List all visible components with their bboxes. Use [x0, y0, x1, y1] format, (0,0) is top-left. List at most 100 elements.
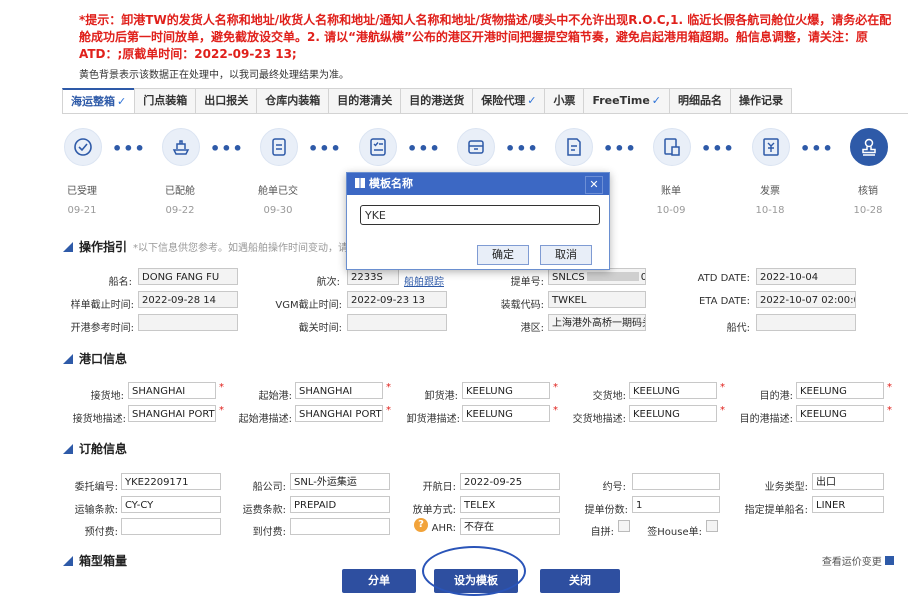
dest-port-field[interactable]: KEELUNG [796, 382, 884, 399]
loading-code-label: 装载代码: [500, 300, 544, 311]
step-3[interactable] [359, 128, 397, 166]
step-label: 发票 [760, 186, 780, 197]
cancel-button[interactable]: 取消 [540, 245, 592, 265]
customs-cut-field[interactable] [347, 314, 447, 331]
box-icon [468, 140, 484, 154]
bl-no-field[interactable]: SNLCS 0 [548, 268, 646, 285]
step-date: 10-18 [755, 205, 785, 216]
step-date: 09-21 [67, 205, 97, 216]
origin-port-field[interactable]: SHANGHAI [295, 382, 383, 399]
required-mark: * [720, 405, 725, 416]
container-title: 箱型箱量 [63, 552, 127, 569]
required-mark: * [219, 405, 224, 416]
rate-history-link[interactable]: 查看运价变更 [822, 553, 894, 568]
freight-terms-field[interactable]: PREPAID [290, 496, 390, 513]
transport-terms-label: 运输条款: [74, 505, 118, 516]
collect-field[interactable] [290, 518, 390, 535]
carrier-field[interactable]: SNL-外运集运 [290, 473, 390, 490]
sample-cut-field[interactable]: 2022-09-28 14 [138, 291, 238, 308]
voyage-field[interactable]: 2233S [347, 268, 399, 285]
step-2[interactable] [260, 128, 298, 166]
delivery-place-field[interactable]: KEELUNG [629, 382, 717, 399]
consign-no-field[interactable]: YKE2209171 [121, 473, 221, 490]
required-mark: * [219, 382, 224, 393]
step-label: 账单 [661, 186, 681, 197]
required-mark: * [887, 405, 892, 416]
step-connector: ••• [505, 139, 539, 158]
close-button[interactable]: 关闭 [540, 569, 620, 593]
transport-terms-field[interactable]: CY-CY [121, 496, 221, 513]
bl-ship-name-label: 指定提单船名: [744, 505, 808, 516]
section-marker-icon [63, 444, 73, 454]
dest-desc-field[interactable]: KEELUNG [796, 405, 884, 422]
step-connector: ••• [701, 139, 735, 158]
prepaid-field[interactable] [121, 518, 221, 535]
step-1[interactable] [162, 128, 200, 166]
prepaid-label: 预付费: [84, 527, 118, 538]
self-consolidate-checkbox[interactable] [618, 520, 630, 532]
confirm-button[interactable]: 确定 [477, 245, 529, 265]
open-port-field[interactable] [138, 314, 238, 331]
ahr-field[interactable]: 不存在 [460, 518, 560, 535]
voyage-label: 航次: [316, 277, 340, 288]
release-method-field[interactable]: TELEX [460, 496, 560, 513]
template-name-input[interactable]: YKE [360, 205, 600, 225]
vgm-cut-field[interactable]: 2022-09-23 13 [347, 291, 447, 308]
ship-agent-field[interactable] [756, 314, 856, 331]
help-icon[interactable]: ? [414, 518, 428, 532]
step-connector: ••• [210, 139, 244, 158]
bl-ship-name-field[interactable]: LINER [812, 496, 884, 513]
delivery-desc-field[interactable]: KEELUNG [629, 405, 717, 422]
dest-desc-label: 目的港描述: [739, 414, 793, 425]
dialog-close-icon[interactable]: ✕ [585, 176, 603, 194]
ship-tracking-link[interactable]: 船舶跟踪 [404, 273, 444, 288]
step-0[interactable] [64, 128, 102, 166]
operation-title-text: 操作指引 [79, 240, 128, 254]
port-info-title: 港口信息 [63, 350, 127, 367]
house-bl-checkbox[interactable] [706, 520, 718, 532]
step-8[interactable] [850, 128, 888, 166]
discharge-port-field[interactable]: KEELUNG [462, 382, 550, 399]
appoint-no-field[interactable] [632, 473, 720, 490]
delivery-place-label: 交货地: [592, 391, 626, 402]
loading-code-field[interactable]: TWKEL [548, 291, 646, 308]
bl-copies-label: 提单份数: [584, 505, 628, 516]
step-connector: ••• [800, 139, 834, 158]
step-4[interactable] [457, 128, 495, 166]
bl-copies-field[interactable]: 1 [632, 496, 720, 513]
eta-date-field[interactable]: 2022-10-07 02:00:00 [756, 291, 856, 308]
dest-port-label: 目的港: [759, 391, 793, 402]
biz-type-field[interactable]: 出口 [812, 473, 884, 490]
atd-date-field[interactable]: 2022-10-04 [756, 268, 856, 285]
vgm-cut-label: VGM截止时间: [275, 300, 342, 311]
step-date: 09-30 [263, 205, 293, 216]
bill-icon [664, 138, 680, 156]
step-connector: ••• [603, 139, 637, 158]
origin-desc-field[interactable]: SHANGHAI PORT, [295, 405, 383, 422]
invoice-icon [763, 138, 779, 156]
split-order-button[interactable]: 分单 [342, 569, 416, 593]
discharge-desc-label: 卸货港描述: [406, 414, 460, 425]
section-marker-icon [63, 242, 73, 252]
document-icon [272, 138, 286, 156]
step-5[interactable] [555, 128, 593, 166]
ship-name-field[interactable]: DONG FANG FU [138, 268, 238, 285]
receipt-desc-field[interactable]: SHANGHAI PORT, [128, 405, 216, 422]
operation-note: *以下信息供您参考。如遇船舶操作时间变动，请 [133, 243, 349, 254]
required-mark: * [720, 382, 725, 393]
step-connector: ••• [407, 139, 441, 158]
step-7[interactable] [752, 128, 790, 166]
step-6[interactable] [653, 128, 691, 166]
atd-date-label: ATD DATE: [697, 273, 750, 284]
receipt-desc-label: 接货地描述: [72, 414, 126, 425]
receipt-place-field[interactable]: SHANGHAI [128, 382, 216, 399]
open-port-label: 开港参考时间: [70, 323, 134, 334]
port-area-field[interactable]: 上海港外高桥一期码头 [548, 314, 646, 331]
step-date: 10-28 [853, 205, 883, 216]
sail-date-field[interactable]: 2022-09-25 [460, 473, 560, 490]
release-method-label: 放单方式: [412, 505, 456, 516]
origin-desc-label: 起始港描述: [238, 414, 292, 425]
ship-agent-label: 船代: [726, 323, 750, 334]
required-mark: * [386, 405, 391, 416]
discharge-desc-field[interactable]: KEELUNG [462, 405, 550, 422]
